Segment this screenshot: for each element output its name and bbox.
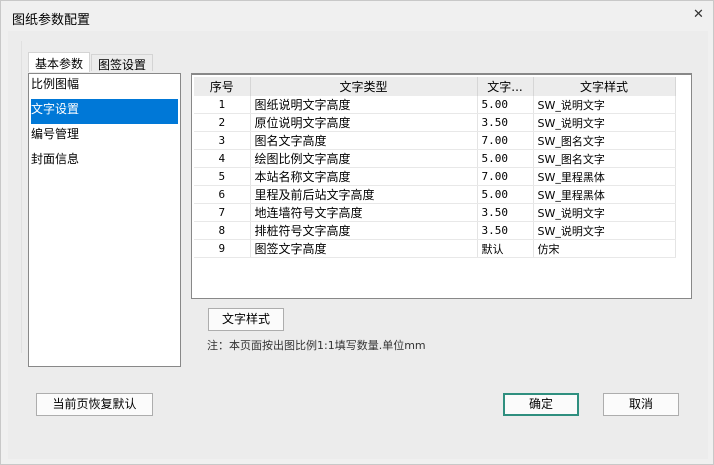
row-text-style[interactable]: SW_说明文字 bbox=[533, 203, 676, 222]
row-text-height[interactable]: 5.00 bbox=[477, 96, 534, 114]
sidebar-item-scale[interactable]: 比例图幅 bbox=[29, 74, 180, 99]
row-index[interactable]: 4 bbox=[194, 149, 251, 168]
sidebar-item-cover-info[interactable]: 封面信息 bbox=[29, 149, 180, 174]
row-text-height[interactable]: 5.00 bbox=[477, 185, 534, 204]
col-text-style[interactable]: 文字样式 bbox=[533, 77, 676, 96]
cancel-button[interactable]: 取消 bbox=[603, 393, 679, 416]
text-style-button[interactable]: 文字样式 bbox=[208, 308, 284, 331]
table-row[interactable]: 5 本站名称文字高度 7.00 SW_里程黑体 bbox=[194, 167, 676, 186]
table-row[interactable]: 2 原位说明文字高度 3.50 SW_说明文字 bbox=[194, 113, 676, 132]
row-text-type[interactable]: 里程及前后站文字高度 bbox=[250, 185, 478, 204]
col-text-type[interactable]: 文字类型 bbox=[250, 77, 478, 96]
window-title: 图纸参数配置 bbox=[12, 13, 91, 28]
row-text-type[interactable]: 排桩符号文字高度 bbox=[250, 221, 478, 240]
row-text-style[interactable]: SW_里程黑体 bbox=[533, 185, 676, 204]
row-text-type[interactable]: 原位说明文字高度 bbox=[250, 113, 478, 132]
col-index[interactable]: 序号 bbox=[194, 77, 251, 96]
row-text-height[interactable]: 3.50 bbox=[477, 113, 534, 132]
row-text-type[interactable]: 绘图比例文字高度 bbox=[250, 149, 478, 168]
table-row[interactable]: 8 排桩符号文字高度 3.50 SW_说明文字 bbox=[194, 221, 676, 240]
tab-basic-params[interactable]: 基本参数 bbox=[28, 52, 91, 72]
row-text-type[interactable]: 图签文字高度 bbox=[250, 239, 478, 258]
row-text-type[interactable]: 图名文字高度 bbox=[250, 131, 478, 150]
row-text-height[interactable]: 5.00 bbox=[477, 149, 534, 168]
row-text-height[interactable]: 3.50 bbox=[477, 221, 534, 240]
table-row[interactable]: 6 里程及前后站文字高度 5.00 SW_里程黑体 bbox=[194, 185, 676, 204]
row-index[interactable]: 5 bbox=[194, 167, 251, 186]
row-index[interactable]: 3 bbox=[194, 131, 251, 150]
sidebar-item-text-settings[interactable]: 文字设置 bbox=[31, 99, 178, 124]
sidebar-item-numbering[interactable]: 编号管理 bbox=[29, 124, 180, 149]
row-index[interactable]: 7 bbox=[194, 203, 251, 222]
dialog-window: 图纸参数配置 ✕ 基本参数 图签设置 比例图幅 文字设置 编号管理 封面信息 序… bbox=[0, 0, 714, 465]
row-text-style[interactable]: SW_说明文字 bbox=[533, 113, 676, 132]
row-text-type[interactable]: 地连墙符号文字高度 bbox=[250, 203, 478, 222]
row-text-height[interactable]: 默认 bbox=[477, 239, 534, 258]
row-index[interactable]: 9 bbox=[194, 239, 251, 258]
close-icon[interactable]: ✕ bbox=[693, 7, 704, 22]
table-row[interactable]: 9 图签文字高度 默认 仿宋 bbox=[194, 239, 676, 258]
row-index[interactable]: 8 bbox=[194, 221, 251, 240]
table-row[interactable]: 7 地连墙符号文字高度 3.50 SW_说明文字 bbox=[194, 203, 676, 222]
text-settings-table: 序号 文字类型 文字... 文字样式 1 图纸说明文字高度 5.00 SW_说明文字 2… bbox=[191, 73, 692, 299]
col-text-height[interactable]: 文字... bbox=[477, 77, 534, 96]
row-text-height[interactable]: 7.00 bbox=[477, 131, 534, 150]
category-list: 比例图幅 文字设置 编号管理 封面信息 bbox=[28, 73, 181, 367]
note-text: 注：本页面按出图比例1:1填写数量.单位mm bbox=[207, 339, 426, 352]
ok-button[interactable]: 确定 bbox=[503, 393, 579, 416]
row-text-type[interactable]: 本站名称文字高度 bbox=[250, 167, 478, 186]
table-row[interactable]: 3 图名文字高度 7.00 SW_图名文字 bbox=[194, 131, 676, 150]
row-text-type[interactable]: 图纸说明文字高度 bbox=[250, 96, 478, 114]
table-row[interactable]: 4 绘图比例文字高度 5.00 SW_图名文字 bbox=[194, 149, 676, 168]
row-text-style[interactable]: SW_图名文字 bbox=[533, 149, 676, 168]
restore-defaults-button[interactable]: 当前页恢复默认 bbox=[36, 393, 153, 416]
row-text-height[interactable]: 7.00 bbox=[477, 167, 534, 186]
row-text-style[interactable]: SW_说明文字 bbox=[533, 221, 676, 240]
row-index[interactable]: 6 bbox=[194, 185, 251, 204]
row-index[interactable]: 2 bbox=[194, 113, 251, 132]
row-text-style[interactable]: SW_图名文字 bbox=[533, 131, 676, 150]
tab-title-block[interactable]: 图签设置 bbox=[91, 54, 154, 72]
row-text-style[interactable]: SW_里程黑体 bbox=[533, 167, 676, 186]
row-text-height[interactable]: 3.50 bbox=[477, 203, 534, 222]
table-header: 序号 文字类型 文字... 文字样式 bbox=[194, 77, 676, 96]
row-index[interactable]: 1 bbox=[194, 96, 251, 114]
table-row[interactable]: 1 图纸说明文字高度 5.00 SW_说明文字 bbox=[194, 96, 676, 114]
row-text-style[interactable]: 仿宋 bbox=[533, 239, 676, 258]
row-text-style[interactable]: SW_说明文字 bbox=[533, 96, 676, 114]
